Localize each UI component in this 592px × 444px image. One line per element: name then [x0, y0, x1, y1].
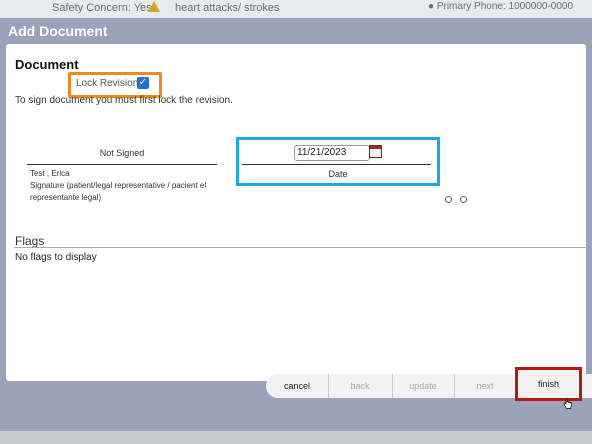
background-bottom-bar	[0, 431, 592, 444]
document-panel: Document Lock Revision ✓ To sign documen…	[6, 44, 586, 381]
safety-label: Safety Concern:	[52, 2, 131, 14]
safety-concern: Safety Concern: Yes	[52, 2, 152, 14]
finish-button[interactable]: finish	[515, 367, 582, 401]
update-button[interactable]: update	[392, 374, 455, 398]
signature-role: Signature (patient/legal representative …	[30, 181, 207, 202]
flags-title: Flags	[15, 234, 45, 248]
flags-empty-text: No flags to display	[15, 252, 97, 263]
alert-text: heart attacks/ strokes	[175, 2, 280, 14]
signer-name: Test , Erica	[30, 169, 70, 178]
warning-icon	[148, 1, 160, 12]
lock-revision-checkbox[interactable]: ✓	[137, 77, 149, 89]
date-line	[242, 164, 431, 165]
phone-text: ● Primary Phone: 1000000-0000	[428, 1, 573, 12]
lock-revision-label: Lock Revision	[76, 78, 139, 89]
date-block: 11/21/2023 Date	[236, 137, 440, 186]
date-input[interactable]: 11/21/2023	[294, 145, 370, 161]
radio-option-1[interactable]	[445, 196, 452, 203]
dialog-title: Add Document	[8, 23, 108, 39]
add-document-dialog: Add Document Document Lock Revision ✓ To…	[0, 18, 592, 431]
next-button[interactable]: next	[454, 374, 517, 398]
sign-hint: To sign document you must first lock the…	[15, 95, 233, 106]
hand-cursor-icon	[563, 398, 572, 409]
flags-divider	[14, 247, 586, 248]
phone-icon: ●	[428, 1, 435, 12]
back-button[interactable]: back	[328, 374, 393, 398]
finish-label: finish	[537, 379, 559, 389]
section-title: Document	[15, 57, 79, 72]
radio-option-2[interactable]	[460, 196, 467, 203]
dialog-titlebar: Add Document	[0, 18, 592, 44]
signature-status: Not Signed	[99, 148, 145, 158]
date-label: Date	[328, 169, 348, 179]
background-app-header: Safety Concern: Yes heart attacks/ strok…	[0, 0, 592, 18]
calendar-icon[interactable]	[369, 145, 382, 158]
signature-line[interactable]	[27, 164, 217, 165]
phone-value: Primary Phone: 1000000-0000	[436, 1, 574, 12]
cancel-button[interactable]: cancel	[266, 374, 329, 398]
